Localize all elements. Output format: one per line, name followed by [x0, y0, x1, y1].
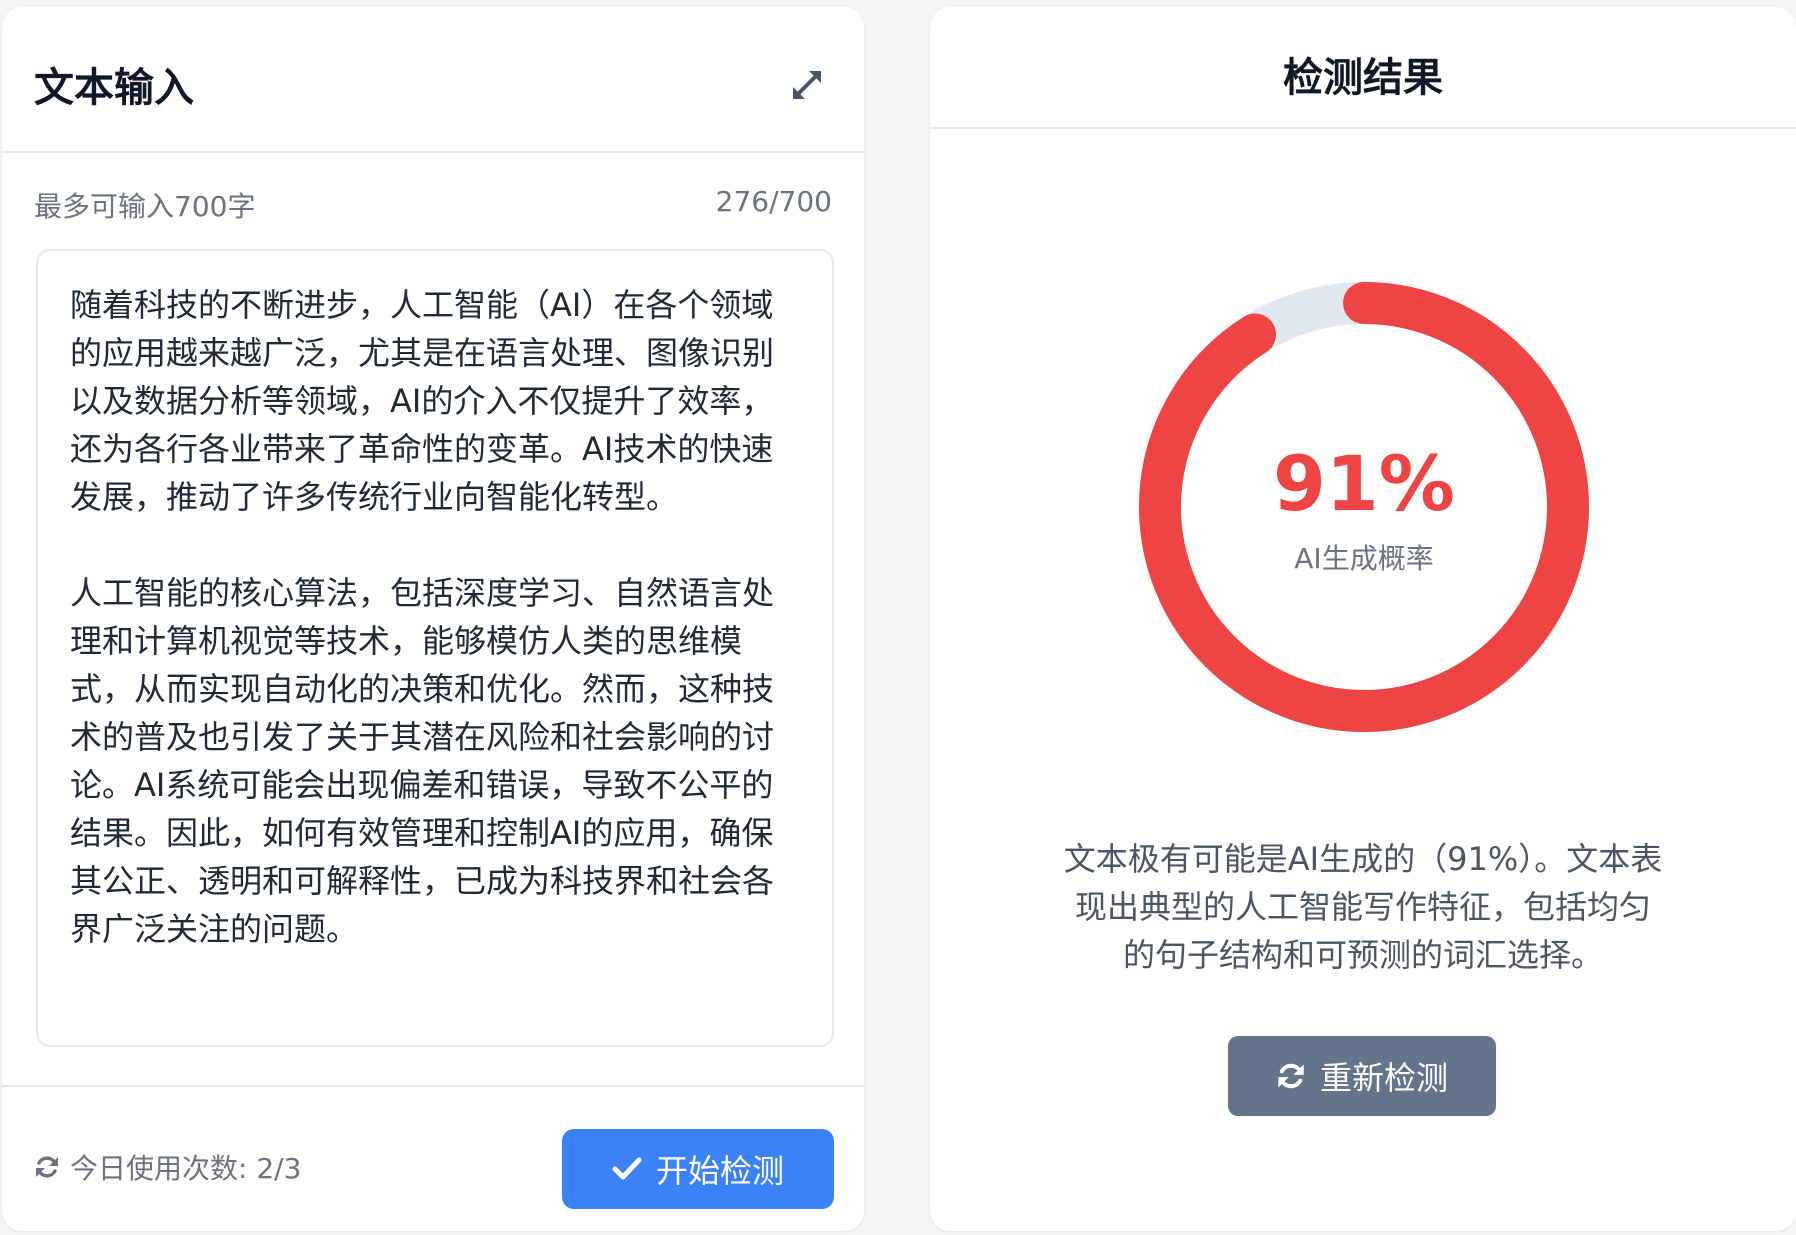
start-detect-button[interactable]: 开始检测 [562, 1129, 834, 1209]
text-input-area[interactable]: 随着科技的不断进步，人工智能（AI）在各个领域的应用越来越广泛，尤其是在语言处理… [36, 249, 834, 1047]
expand-icon [793, 71, 821, 99]
result-panel-title: 检测结果 [1283, 55, 1443, 101]
refresh-icon [36, 1156, 58, 1178]
probability-gauge: 91% AI生成概率 [1136, 279, 1592, 735]
probability-percent: 91% [1273, 439, 1455, 528]
probability-label: AI生成概率 [1294, 542, 1434, 575]
char-limit-hint: 最多可输入700字 [34, 190, 256, 223]
refresh-icon [1278, 1063, 1304, 1089]
retest-label: 重新检测 [1319, 1059, 1448, 1097]
result-panel: 检测结果 91% AI生成概率 文本极有可能是AI生成的（91%）。文本表现出典… [930, 7, 1796, 1231]
result-panel-header: 检测结果 [930, 7, 1796, 129]
usage-text: 今日使用次数: 2/3 [70, 1152, 302, 1185]
start-detect-label: 开始检测 [655, 1152, 784, 1190]
result-description: 文本极有可能是AI生成的（91%）。文本表现出典型的人工智能写作特征，包括均匀的… [1063, 840, 1663, 974]
char-counter: 276/700 [715, 185, 832, 218]
usage-counter: 今日使用次数: 2/3 [34, 1147, 301, 1187]
input-panel-header: 文本输入 [2, 7, 864, 153]
text-input-panel: 文本输入 最多可输入700字 276/700 随着科技的不断进步，人工智能（AI… [2, 7, 864, 1231]
input-panel-footer: 今日使用次数: 2/3 开始检测 [2, 1085, 864, 1231]
check-icon [612, 1157, 642, 1180]
expand-button[interactable] [787, 65, 827, 105]
input-panel-title: 文本输入 [34, 65, 194, 111]
retest-button[interactable]: 重新检测 [1228, 1036, 1496, 1116]
